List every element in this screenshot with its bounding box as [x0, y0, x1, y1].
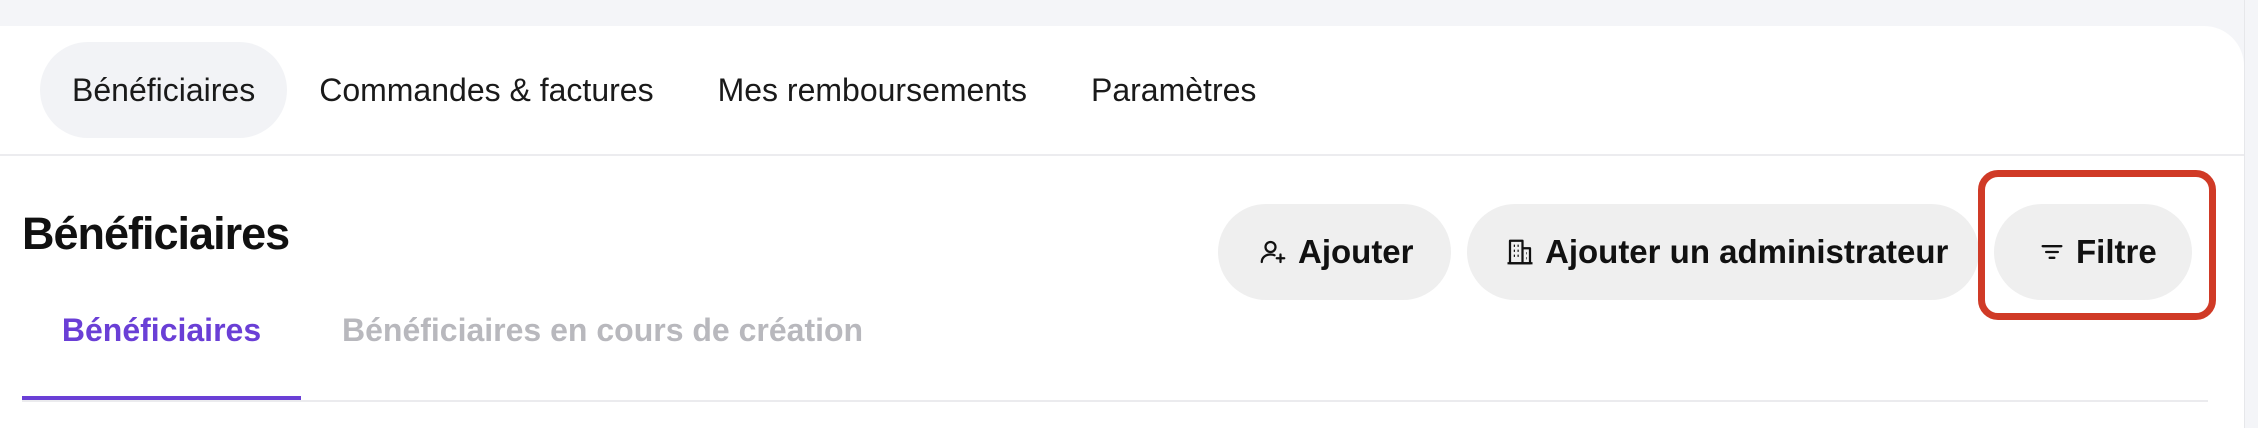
tab-beneficiaires-en-creation[interactable]: Bénéficiaires en cours de création [342, 312, 863, 402]
tabs-divider [22, 400, 2208, 402]
filter-highlight-box [1978, 170, 2216, 320]
nav-item-mes-remboursements[interactable]: Mes remboursements [686, 42, 1059, 138]
add-button-label: Ajouter [1298, 233, 1414, 270]
nav-item-label: Commandes & factures [319, 71, 654, 108]
add-admin-button[interactable]: Ajouter un administrateur [1467, 204, 1979, 300]
nav-item-commandes-factures[interactable]: Commandes & factures [287, 42, 685, 138]
nav-divider [0, 154, 2244, 156]
nav-item-beneficiaires[interactable]: Bénéficiaires [40, 42, 288, 138]
building-icon [1505, 236, 1535, 268]
top-nav: Bénéficiaires Commandes & factures Mes r… [40, 42, 1288, 138]
add-beneficiary-button[interactable]: Ajouter [1218, 204, 1451, 300]
tab-beneficiaires[interactable]: Bénéficiaires [22, 312, 301, 402]
tab-label: Bénéficiaires [61, 312, 262, 348]
nav-item-label: Bénéficiaires [72, 71, 256, 108]
user-plus-icon [1258, 237, 1288, 267]
scrollbar[interactable] [2244, 0, 2258, 428]
add-admin-button-label: Ajouter un administrateur [1545, 233, 1949, 270]
nav-item-label: Mes remboursements [717, 71, 1027, 108]
page-title: Bénéficiaires [22, 208, 290, 259]
nav-item-label: Paramètres [1091, 71, 1257, 108]
tab-label: Bénéficiaires en cours de création [342, 312, 864, 348]
nav-item-parametres[interactable]: Paramètres [1059, 42, 1288, 138]
